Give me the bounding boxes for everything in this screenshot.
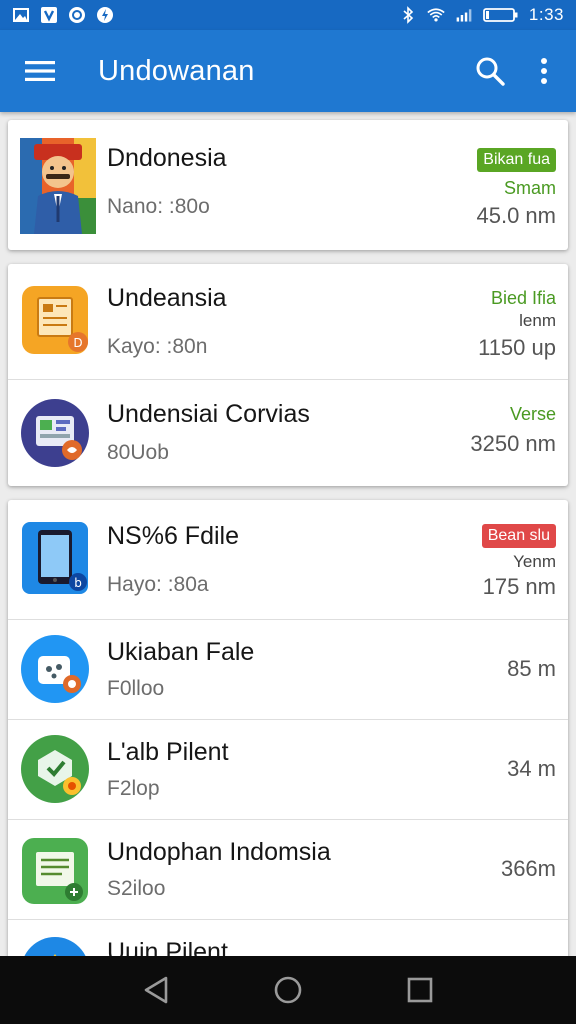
search-icon	[476, 57, 505, 86]
svg-text:D: D	[73, 336, 82, 350]
app-size: 366m	[500, 856, 556, 881]
app-name: NS%6 Fdile	[107, 522, 239, 550]
tablet-app-icon: b	[20, 520, 90, 596]
app-size: 34 m	[507, 756, 556, 781]
app-size: 175 nm	[482, 574, 556, 599]
list-item[interactable]: D Undeansia Kayo: :80n Bied Ifia lenm 11…	[8, 264, 568, 380]
app-detail: Nano: :80o	[107, 195, 210, 218]
app-bar: Undowanan	[0, 30, 576, 112]
status-note-green: Verse	[509, 404, 556, 424]
app-size: 3250 nm	[470, 431, 556, 456]
back-button[interactable]	[132, 966, 180, 1014]
signal-icon	[455, 6, 473, 24]
hamburger-icon	[25, 61, 55, 81]
home-circle-icon	[274, 976, 302, 1004]
app-name: Undensiai Corvias	[107, 400, 310, 428]
sync-notification-icon	[68, 6, 86, 24]
list-item[interactable]: b NS%6 Fdile Hayo: :80a Bean slu Yenm 17…	[8, 500, 568, 620]
app-list: Dndonesia Nano: :80o Bikan fua Smam 45.0…	[0, 112, 576, 956]
app-detail: F2lop	[107, 777, 160, 800]
cartoon-man-icon	[20, 138, 96, 234]
list-item[interactable]: Undophan Indomsia S2iloo 366m	[8, 820, 568, 920]
chat-app-icon	[20, 398, 90, 468]
notification-icons	[12, 6, 114, 24]
camera-app-icon	[20, 634, 90, 704]
status-bar: 1:33	[0, 0, 576, 30]
navigation-bar	[0, 956, 576, 1024]
more-vert-icon	[541, 58, 547, 84]
home-button[interactable]	[264, 966, 312, 1014]
system-icons: 1:33	[399, 5, 564, 25]
app-name: Dndonesia	[107, 144, 227, 172]
menu-button[interactable]	[12, 43, 68, 99]
app-size: 1150 up	[478, 335, 556, 360]
battery-icon	[483, 6, 519, 24]
bluetooth-icon	[399, 6, 417, 24]
list-item[interactable]: Uuin Pilent	[8, 920, 568, 956]
card-group-1: Dndonesia Nano: :80o Bikan fua Smam 45.0…	[8, 120, 568, 250]
status-note-green: Bied Ifia	[490, 288, 556, 308]
list-item[interactable]: L'alb Pilent F2lop 34 m	[8, 720, 568, 820]
app-title: Undowanan	[98, 54, 255, 87]
app-size: 45.0 nm	[476, 203, 557, 228]
app-notification-icon	[96, 6, 114, 24]
clock: 1:33	[528, 5, 564, 24]
app-name: Uuin Pilent	[107, 938, 228, 956]
app-name: Ukiaban Fale	[107, 638, 255, 666]
card-group-3: b NS%6 Fdile Hayo: :80a Bean slu Yenm 17…	[8, 500, 568, 956]
shield-app-icon	[20, 734, 90, 804]
status-badge: Bean slu	[481, 524, 556, 548]
status-note: Yenm	[513, 552, 556, 571]
recents-button[interactable]	[396, 966, 444, 1014]
app-detail: S2iloo	[107, 877, 166, 900]
app-name: Undophan Indomsia	[107, 838, 331, 866]
overflow-menu-button[interactable]	[520, 43, 568, 99]
app-size: 85 m	[507, 656, 556, 681]
svg-text:b: b	[74, 576, 82, 590]
document-app-icon: D	[20, 284, 90, 356]
status-note: Smam	[503, 178, 556, 198]
list-item[interactable]: Dndonesia Nano: :80o Bikan fua Smam 45.0…	[8, 120, 568, 250]
app-detail: F0lloo	[107, 677, 165, 700]
card-group-2: D Undeansia Kayo: :80n Bied Ifia lenm 11…	[8, 264, 568, 486]
status-note: lenm	[519, 311, 556, 330]
notes-app-icon	[20, 836, 90, 906]
list-item[interactable]: Undensiai Corvias 80Uob Verse 3250 nm	[8, 380, 568, 486]
download-notification-icon	[40, 6, 58, 24]
app-name: L'alb Pilent	[107, 738, 229, 766]
recents-square-icon	[407, 977, 433, 1003]
app-name: Undeansia	[107, 284, 227, 312]
wifi-icon	[427, 6, 445, 24]
search-button[interactable]	[466, 43, 514, 99]
app-detail: Kayo: :80n	[107, 335, 208, 358]
image-notification-icon	[12, 6, 30, 24]
app-detail: Hayo: :80a	[107, 573, 209, 596]
partial-app-icon	[20, 936, 90, 956]
status-badge: Bikan fua	[477, 148, 556, 172]
back-triangle-icon	[144, 976, 168, 1004]
list-item[interactable]: Ukiaban Fale F0lloo 85 m	[8, 620, 568, 720]
app-detail: 80Uob	[107, 441, 169, 464]
